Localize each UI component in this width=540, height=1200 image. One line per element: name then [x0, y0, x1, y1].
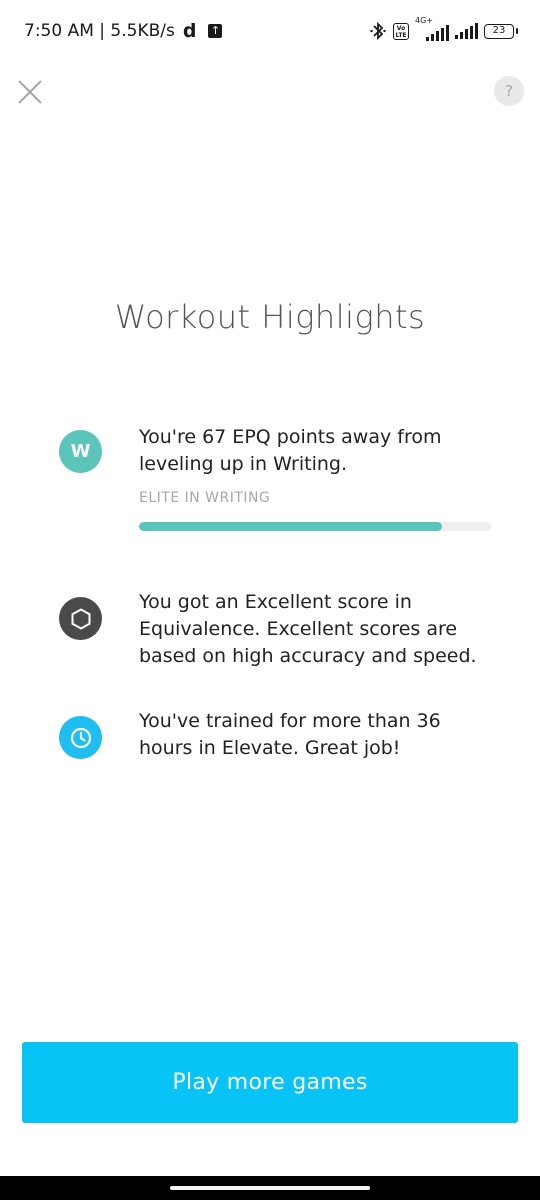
bluetooth-icon — [370, 21, 386, 41]
close-button[interactable] — [14, 76, 46, 108]
highlight-text: You're 67 EPQ points away from leveling … — [139, 426, 442, 475]
battery-icon: 23 — [484, 23, 518, 39]
writing-letter-icon: W — [59, 430, 102, 473]
upload-icon: ↑ — [208, 24, 223, 38]
page-title: Workout Highlights — [114, 298, 426, 336]
help-icon: ? — [505, 82, 513, 100]
progress-bar — [139, 522, 491, 531]
play-more-games-button[interactable]: Play more games — [22, 1042, 518, 1123]
status-right: Vo LTE 4G+ 23 — [369, 16, 518, 42]
highlight-text: You got an Excellent score in Equivalenc… — [139, 591, 477, 667]
progress-fill — [139, 522, 442, 531]
highlight-text: You've trained for more than 36 hours in… — [139, 710, 441, 759]
network-activity-icon: d — [182, 20, 197, 42]
signal-bars-1 — [426, 25, 449, 41]
status-bar: 7:50 AM | 5.5KB/s d ↑ Vo LTE 4G+ 23 — [0, 0, 540, 62]
status-left: 7:50 AM | 5.5KB/s d ↑ — [24, 20, 223, 42]
volte-icon: Vo LTE — [393, 22, 409, 40]
clock-icon — [59, 716, 102, 759]
home-gesture-handle[interactable] — [170, 1186, 370, 1190]
signal-tag: 4G+ — [415, 16, 433, 25]
battery-level: 23 — [492, 24, 506, 36]
signal-bars-2-icon — [455, 23, 478, 39]
signal-4g-icon: 4G+ — [415, 16, 449, 42]
help-button[interactable]: ? — [494, 76, 524, 106]
hexagon-icon — [59, 597, 102, 640]
status-time-speed: 7:50 AM | 5.5KB/s — [24, 21, 175, 41]
level-label: ELITE IN WRITING — [139, 490, 271, 506]
system-nav-bar — [0, 1176, 540, 1200]
close-icon — [18, 80, 42, 104]
